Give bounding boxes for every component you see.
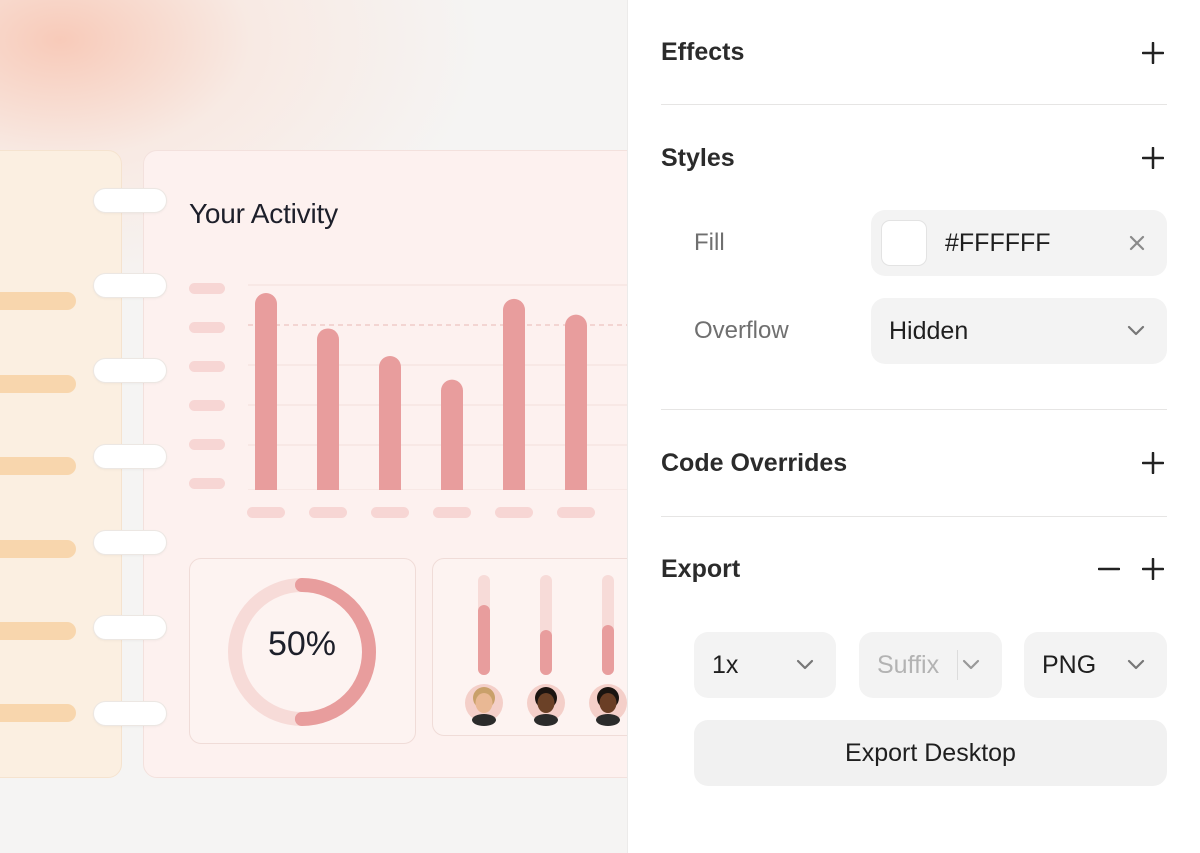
y-axis-placeholders: [189, 283, 225, 489]
export-scale-value: 1x: [712, 650, 739, 679]
side-card-bar: [0, 540, 76, 558]
x-tick-placeholder: [433, 507, 471, 518]
chevron-down-icon: [1127, 659, 1145, 670]
section-divider: [661, 104, 1167, 105]
activity-bar-chart: [189, 283, 627, 518]
avatar-icon-1: [465, 684, 503, 726]
chart-bar: [503, 298, 525, 501]
overflow-value: Hidden: [889, 316, 969, 345]
y-tick-placeholder: [189, 439, 225, 450]
export-suffix-field[interactable]: Suffix: [859, 632, 1002, 698]
overflow-label: Overflow: [694, 317, 789, 344]
activity-title: Your Activity: [189, 198, 338, 229]
design-canvas[interactable]: Your Activity 50%: [0, 0, 627, 853]
binder-ring: [93, 701, 167, 726]
close-icon[interactable]: [1129, 235, 1145, 251]
export-suffix-input[interactable]: Suffix: [877, 651, 939, 680]
x-tick-placeholder: [247, 507, 285, 518]
side-card-bar: [0, 704, 76, 722]
styles-section-title: Styles: [661, 144, 735, 172]
avatar-icon-2: [527, 684, 565, 726]
side-card-bar: [0, 375, 76, 393]
chart-bar: [565, 314, 587, 501]
y-tick-placeholder: [189, 478, 225, 489]
fill-color-swatch[interactable]: [881, 220, 927, 266]
side-card-bar: [0, 292, 76, 310]
y-tick-placeholder: [189, 361, 225, 372]
x-tick-placeholder: [371, 507, 409, 518]
export-desktop-button[interactable]: Export Desktop: [694, 720, 1167, 786]
slider-fill: [602, 625, 614, 675]
slider-fill: [540, 630, 552, 675]
fill-label: Fill: [694, 229, 725, 256]
side-card-bar: [0, 622, 76, 640]
effects-section-title: Effects: [661, 38, 745, 66]
binder-ring: [93, 615, 167, 640]
binder-ring: [93, 444, 167, 469]
progress-percent: 50%: [267, 625, 337, 663]
plus-icon: [1142, 147, 1164, 169]
styles-add-button[interactable]: [1138, 143, 1168, 173]
effects-add-button[interactable]: [1138, 38, 1168, 68]
section-divider: [661, 516, 1167, 517]
x-tick-placeholder: [557, 507, 595, 518]
people-sliders: [465, 575, 627, 726]
export-add-button[interactable]: [1138, 554, 1168, 584]
overflow-select[interactable]: Hidden: [871, 298, 1167, 364]
chevron-down-icon: [1127, 325, 1145, 336]
chart-baseline-mask: [245, 490, 627, 502]
export-scale-select[interactable]: 1x: [694, 632, 836, 698]
binder-ring: [93, 358, 167, 383]
plus-icon: [1142, 452, 1164, 474]
y-tick-placeholder: [189, 400, 225, 411]
export-format-select[interactable]: PNG: [1024, 632, 1167, 698]
y-tick-placeholder: [189, 322, 225, 333]
fill-color-value[interactable]: #FFFFFF: [945, 229, 1051, 258]
fill-color-field[interactable]: #FFFFFF: [871, 210, 1167, 276]
binder-ring: [93, 273, 167, 298]
x-tick-placeholder: [495, 507, 533, 518]
chart-bar: [317, 328, 339, 501]
export-format-value: PNG: [1042, 650, 1097, 679]
chevron-down-icon: [796, 659, 814, 670]
code-overrides-section-title: Code Overrides: [661, 449, 848, 477]
y-tick-placeholder: [189, 283, 225, 294]
chart-bar: [441, 379, 463, 501]
chart-bar: [255, 293, 277, 501]
slider-fill: [478, 605, 490, 675]
export-remove-button[interactable]: [1094, 554, 1124, 584]
binder-ring: [93, 188, 167, 213]
chevron-down-icon[interactable]: [962, 659, 980, 671]
field-separator: [957, 650, 958, 680]
binder-ring: [93, 530, 167, 555]
plus-icon: [1142, 42, 1164, 64]
section-divider: [661, 409, 1167, 410]
chart-bar: [379, 356, 401, 501]
export-section-title: Export: [661, 555, 741, 583]
side-card-bar: [0, 457, 76, 475]
minus-icon: [1098, 567, 1120, 571]
code-overrides-add-button[interactable]: [1138, 448, 1168, 478]
x-tick-placeholder: [309, 507, 347, 518]
avatar-icon-3: [589, 684, 627, 726]
plus-icon: [1142, 558, 1164, 580]
